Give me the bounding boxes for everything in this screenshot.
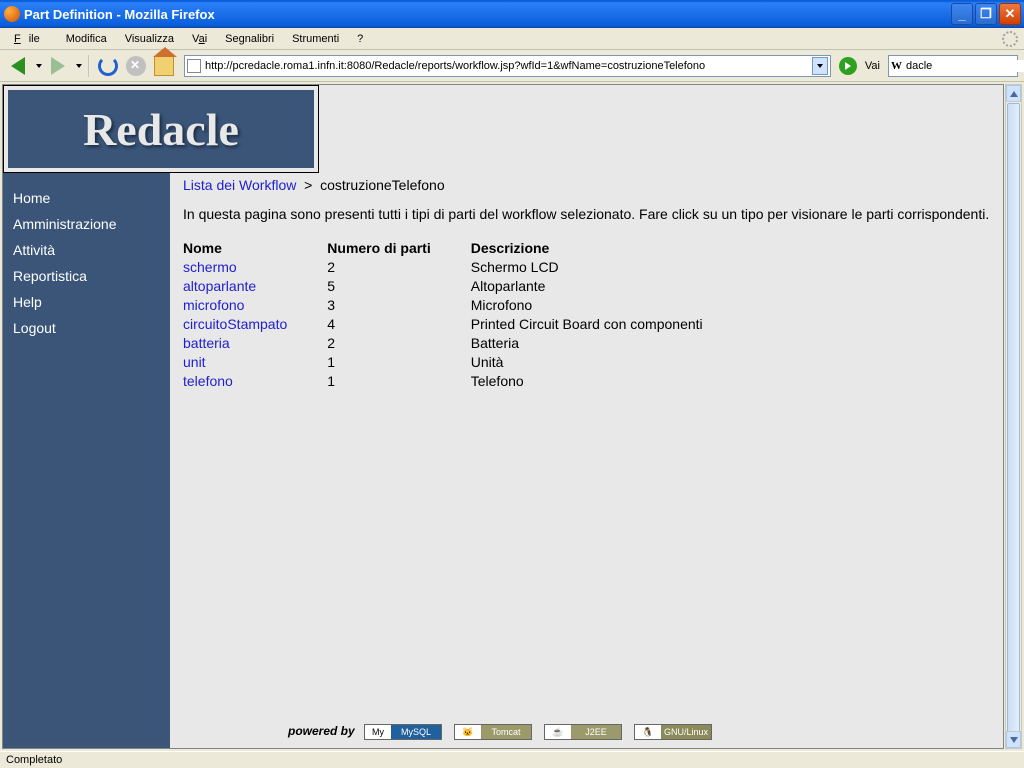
menu-segnalibri[interactable]: Segnalibri <box>217 31 282 47</box>
part-link[interactable]: altoparlante <box>183 278 256 294</box>
part-desc: Microfono <box>471 296 743 315</box>
url-dropdown-button[interactable] <box>812 57 828 75</box>
minimize-button[interactable]: _ <box>951 3 973 25</box>
part-count: 1 <box>327 353 470 372</box>
sidebar-item-reportistica[interactable]: Reportistica <box>13 263 162 289</box>
menu-modifica[interactable]: Modifica <box>58 31 115 47</box>
part-count: 2 <box>327 258 470 277</box>
col-name: Nome <box>183 240 327 258</box>
back-button[interactable] <box>6 54 30 78</box>
wikipedia-icon: W <box>891 60 902 72</box>
table-row: schermo 2Schermo LCD <box>183 258 743 277</box>
app-logo: Redacle <box>3 85 319 173</box>
forward-dropdown-icon[interactable] <box>76 64 82 68</box>
powered-badge[interactable]: MyMySQL <box>364 724 442 740</box>
search-box[interactable]: W <box>888 55 1018 77</box>
part-link[interactable]: unit <box>183 354 206 370</box>
url-input[interactable] <box>205 60 812 72</box>
menu-visualizza[interactable]: Visualizza <box>117 31 182 47</box>
vertical-scrollbar[interactable] <box>1005 84 1022 749</box>
sidebar-item-attività[interactable]: Attività <box>13 237 162 263</box>
table-row: unit 1Unità <box>183 353 743 372</box>
part-count: 4 <box>327 315 470 334</box>
breadcrumb-current: costruzioneTelefono <box>320 177 445 193</box>
parts-table: Nome Numero di parti Descrizione schermo… <box>183 240 743 391</box>
menu-file[interactable]: File <box>6 31 56 47</box>
nav-toolbar: Vai W <box>0 50 1024 82</box>
search-input[interactable] <box>906 60 1024 72</box>
part-desc: Printed Circuit Board con componenti <box>471 315 743 334</box>
part-desc: Unità <box>471 353 743 372</box>
part-link[interactable]: telefono <box>183 373 233 389</box>
part-link[interactable]: circuitoStampato <box>183 316 287 332</box>
part-count: 3 <box>327 296 470 315</box>
part-desc: Telefono <box>471 372 743 391</box>
menu-strumenti[interactable]: Strumenti <box>284 31 347 47</box>
table-row: altoparlante 5Altoparlante <box>183 277 743 296</box>
status-text: Completato <box>6 754 62 766</box>
table-row: telefono 1Telefono <box>183 372 743 391</box>
back-dropdown-icon[interactable] <box>36 64 42 68</box>
throbber-icon <box>1002 31 1018 47</box>
part-desc: Schermo LCD <box>471 258 743 277</box>
col-count: Numero di parti <box>327 240 470 258</box>
stop-button[interactable] <box>124 54 148 78</box>
scroll-thumb[interactable] <box>1007 103 1020 733</box>
part-link[interactable]: batteria <box>183 335 230 351</box>
menu-help[interactable]: ? <box>349 31 371 47</box>
col-desc: Descrizione <box>471 240 743 258</box>
site-icon <box>187 59 201 73</box>
reload-button[interactable] <box>96 54 120 78</box>
table-row: batteria 2Batteria <box>183 334 743 353</box>
address-bar[interactable] <box>184 55 831 77</box>
powered-label: powered by <box>288 724 355 738</box>
scroll-down-button[interactable] <box>1006 731 1021 748</box>
window-title: Part Definition - Mozilla Firefox <box>24 7 951 22</box>
maximize-button[interactable]: ❐ <box>975 3 997 25</box>
part-link[interactable]: microfono <box>183 297 244 313</box>
table-row: microfono 3Microfono <box>183 296 743 315</box>
part-count: 1 <box>327 372 470 391</box>
powered-badge[interactable]: 🐱Tomcat <box>454 724 532 740</box>
window-titlebar: Part Definition - Mozilla Firefox _ ❐ ✕ <box>0 0 1024 28</box>
part-count: 2 <box>327 334 470 353</box>
footer: powered by MyMySQL 🐱Tomcat ☕J2EE 🐧GNU/Linux <box>3 724 1003 740</box>
breadcrumb: Lista dei Workflow > costruzioneTelefono <box>183 177 995 193</box>
sidebar-item-amministrazione[interactable]: Amministrazione <box>13 211 162 237</box>
status-bar: Completato <box>0 751 1024 768</box>
sidebar-item-logout[interactable]: Logout <box>13 315 162 341</box>
firefox-icon <box>4 6 20 22</box>
close-button[interactable]: ✕ <box>999 3 1021 25</box>
breadcrumb-sep: > <box>304 177 312 193</box>
table-row: circuitoStampato 4Printed Circuit Board c… <box>183 315 743 334</box>
page-viewport: Redacle HomeAmministrazioneAttivitàRepor… <box>2 84 1004 749</box>
home-button[interactable] <box>152 54 176 78</box>
go-button[interactable] <box>839 57 857 75</box>
sidebar-item-home[interactable]: Home <box>13 185 162 211</box>
separator <box>88 55 90 77</box>
breadcrumb-root-link[interactable]: Lista dei Workflow <box>183 177 296 193</box>
go-label: Vai <box>865 60 880 72</box>
powered-badge[interactable]: ☕J2EE <box>544 724 622 740</box>
powered-badge[interactable]: 🐧GNU/Linux <box>634 724 712 740</box>
sidebar-item-help[interactable]: Help <box>13 289 162 315</box>
part-link[interactable]: schermo <box>183 259 237 275</box>
part-desc: Batteria <box>471 334 743 353</box>
logo-text: Redacle <box>83 103 239 156</box>
sidebar-nav: HomeAmministrazioneAttivitàReportisticaH… <box>3 173 170 748</box>
part-desc: Altoparlante <box>471 277 743 296</box>
intro-text: In questa pagina sono presenti tutti i t… <box>183 205 995 224</box>
menu-vai[interactable]: Vai <box>184 31 215 47</box>
part-count: 5 <box>327 277 470 296</box>
forward-button[interactable] <box>46 54 70 78</box>
scroll-up-button[interactable] <box>1006 85 1021 102</box>
